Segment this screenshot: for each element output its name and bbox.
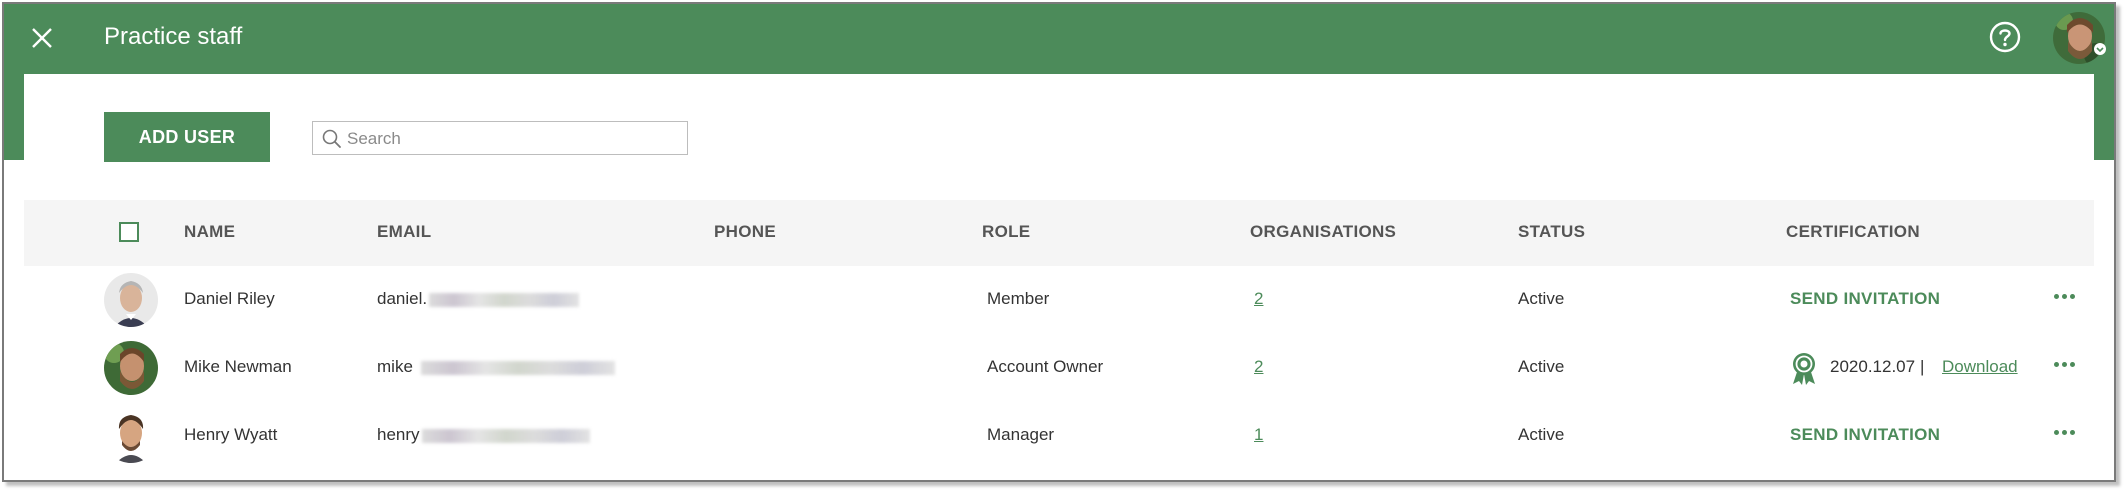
practice-staff-window: Practice staff ADD USER Search NAME EMAI…	[2, 2, 2116, 482]
add-user-button[interactable]: ADD USER	[104, 112, 270, 162]
organisations-link[interactable]: 1	[1254, 425, 1263, 445]
avatar	[104, 273, 158, 327]
column-header-certification[interactable]: CERTIFICATION	[1786, 222, 1920, 242]
user-name: Mike Newman	[184, 357, 292, 376]
avatar	[104, 409, 158, 463]
user-role: Manager	[987, 425, 1055, 444]
redacted-email	[421, 428, 590, 443]
more-icon	[2054, 430, 2059, 435]
certification-separator: |	[1920, 357, 1925, 376]
user-name: Henry Wyatt	[184, 425, 278, 444]
user-status: Active	[1518, 357, 1565, 376]
search-icon	[322, 129, 341, 148]
table-header: NAME EMAIL PHONE ROLE ORGANISATIONS STAT…	[24, 200, 2094, 266]
page-title: Practice staff	[104, 23, 243, 50]
user-email: henry	[377, 425, 590, 445]
organisations-link[interactable]: 2	[1254, 357, 1263, 377]
avatar	[104, 341, 158, 395]
user-email: daniel.	[377, 289, 580, 309]
user-status: Active	[1518, 425, 1565, 444]
row-more-button[interactable]	[2054, 286, 2080, 306]
send-invitation-button[interactable]: SEND INVITATION	[1790, 425, 1940, 445]
search-box[interactable]	[312, 121, 688, 155]
user-avatar-icon	[2053, 12, 2106, 64]
send-invitation-button[interactable]: SEND INVITATION	[1790, 289, 1940, 309]
row-more-button[interactable]	[2054, 422, 2080, 442]
download-certificate-link[interactable]: Download	[1942, 357, 2018, 377]
table-row[interactable]: Mike Newman mike Account Owner 2 Active …	[24, 334, 2094, 402]
column-header-role[interactable]: ROLE	[982, 222, 1030, 242]
search-input[interactable]	[345, 124, 679, 154]
close-icon	[32, 28, 52, 48]
organisations-link[interactable]: 2	[1254, 289, 1263, 309]
redacted-email	[420, 360, 615, 375]
user-name: Daniel Riley	[184, 289, 275, 308]
column-header-email[interactable]: EMAIL	[377, 222, 431, 242]
green-band-right	[2094, 74, 2114, 160]
more-icon	[2054, 294, 2059, 299]
top-bar: Practice staff	[4, 4, 2114, 74]
row-more-button[interactable]	[2054, 354, 2080, 374]
select-all-checkbox[interactable]	[119, 222, 139, 242]
table-row[interactable]: Henry Wyatt henry Manager 1 Active SEND …	[24, 402, 2094, 470]
column-header-organisations[interactable]: ORGANISATIONS	[1250, 222, 1396, 242]
redacted-email	[429, 292, 580, 307]
column-header-name[interactable]: NAME	[184, 222, 235, 242]
more-icon	[2054, 362, 2059, 367]
column-header-phone[interactable]: PHONE	[714, 222, 776, 242]
help-icon	[1989, 21, 2021, 53]
table-row[interactable]: Daniel Riley daniel. Member 2 Active SEN…	[24, 266, 2094, 334]
user-status: Active	[1518, 289, 1565, 308]
main-content: ADD USER NAME EMAIL PHONE ROLE ORGANISAT…	[24, 74, 2094, 480]
column-header-status[interactable]: STATUS	[1518, 222, 1585, 242]
user-role: Account Owner	[987, 357, 1104, 376]
user-email: mike	[377, 357, 615, 377]
certification-date: 2020.12.07	[1830, 357, 1916, 376]
close-button[interactable]	[24, 20, 60, 56]
green-band-left	[4, 74, 24, 160]
certificate-award-icon	[1789, 350, 1819, 386]
user-role: Member	[987, 289, 1050, 308]
user-menu-button[interactable]	[2052, 11, 2108, 65]
help-button[interactable]	[1988, 20, 2022, 54]
